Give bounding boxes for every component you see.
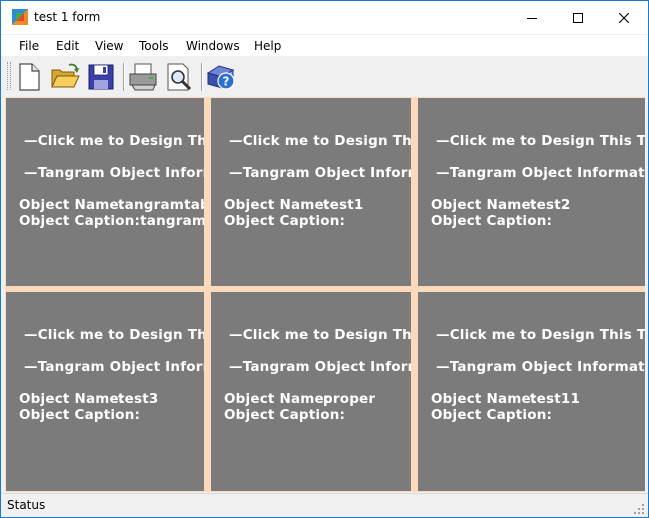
- menu-view[interactable]: View: [95, 39, 123, 53]
- print-preview-icon: [167, 63, 192, 91]
- close-icon: [619, 12, 629, 23]
- close-button[interactable]: [601, 1, 647, 34]
- object-name-label: Object Name:: [431, 391, 537, 407]
- object-name-row: Object Name:test3: [19, 391, 159, 407]
- tangram-panel[interactable]: —Click me to Design This Tangram Object—…: [6, 292, 204, 491]
- status-bar: Status: [1, 493, 648, 517]
- object-info-header: —Tangram Object Information—: [24, 165, 204, 181]
- design-object-link[interactable]: —Click me to Design This Tangram Object—: [229, 327, 411, 343]
- object-name-label: Object Name:: [224, 391, 330, 407]
- object-info-header: —Tangram Object Information—: [24, 359, 204, 375]
- menu-tools[interactable]: Tools: [139, 39, 169, 53]
- object-name-value: test2: [530, 197, 571, 213]
- minimize-button[interactable]: [509, 1, 555, 34]
- menu-edit[interactable]: Edit: [56, 39, 79, 53]
- object-name-label: Object Name:: [431, 197, 537, 213]
- menu-file[interactable]: File: [19, 39, 39, 53]
- new-button[interactable]: [13, 61, 45, 93]
- svg-text:?: ?: [223, 75, 230, 89]
- app-icon: [12, 9, 28, 25]
- tangram-panel[interactable]: —Click me to Design This Tangram Object—…: [418, 98, 645, 286]
- tangram-panel[interactable]: —Click me to Design This Tangram Object—…: [211, 98, 411, 286]
- object-info-header: —Tangram Object Information—: [436, 165, 645, 181]
- tangram-panel[interactable]: —Click me to Design This Tangram Object—…: [418, 292, 645, 491]
- object-caption-row: Object Caption:: [224, 407, 345, 423]
- object-caption-label: Object Caption:: [19, 213, 141, 229]
- save-disk-icon: [88, 64, 114, 90]
- design-object-link[interactable]: —Click me to Design This Tangram Object—: [24, 133, 204, 149]
- design-object-link[interactable]: —Click me to Design This Tangram Object—: [229, 133, 411, 149]
- object-caption-label: Object Caption:: [224, 407, 346, 423]
- object-caption-label: Object Caption:: [19, 407, 141, 423]
- tangram-grid: —Click me to Design This Tangram Object—…: [5, 97, 645, 492]
- object-info-header: —Tangram Object Information—: [229, 359, 411, 375]
- object-caption-row: Object Caption:: [431, 407, 552, 423]
- new-document-icon: [19, 63, 40, 91]
- object-caption-row: Object Caption:: [431, 213, 552, 229]
- design-object-link[interactable]: —Click me to Design This Tangram Object—: [24, 327, 204, 343]
- menu-windows[interactable]: Windows: [186, 39, 240, 53]
- object-caption-label: Object Caption:: [431, 407, 553, 423]
- tangram-panel[interactable]: —Click me to Design This Tangram Object—…: [6, 98, 204, 286]
- object-name-row: Object Name:proper: [224, 391, 375, 407]
- object-name-label: Object Name:: [19, 391, 125, 407]
- object-info-header: —Tangram Object Information—: [229, 165, 411, 181]
- application-window: test 1 form File Edit View Tools Windows…: [0, 0, 649, 518]
- object-name-label: Object Name:: [19, 197, 125, 213]
- tangram-panel[interactable]: —Click me to Design This Tangram Object—…: [211, 292, 411, 491]
- object-name-row: Object Name:test11: [431, 391, 580, 407]
- open-folder-icon: [51, 63, 80, 88]
- object-caption-row: Object Caption:: [19, 407, 140, 423]
- menu-help[interactable]: Help: [254, 39, 281, 53]
- object-name-value: test11: [530, 391, 581, 407]
- toolbar-grip[interactable]: [7, 62, 11, 90]
- object-name-value: tangramtabctrl: [118, 197, 204, 213]
- design-object-link[interactable]: —Click me to Design This Tangram Object—: [436, 327, 645, 343]
- object-caption-label: Object Caption:: [224, 213, 346, 229]
- object-name-value: test3: [118, 391, 159, 407]
- object-caption-row: Object Caption:tangramtabctrl: [19, 213, 204, 229]
- object-name-label: Object Name:: [224, 197, 330, 213]
- open-button[interactable]: [49, 61, 81, 93]
- maximize-button[interactable]: [555, 1, 601, 34]
- toolbar-separator: [201, 63, 203, 91]
- design-object-link[interactable]: —Click me to Design This Tangram Object—: [436, 133, 645, 149]
- title-bar[interactable]: test 1 form: [1, 1, 648, 34]
- print-button[interactable]: [127, 61, 159, 93]
- object-name-row: Object Name:test2: [431, 197, 571, 213]
- print-preview-button[interactable]: [163, 61, 195, 93]
- minimize-icon: [527, 17, 537, 19]
- object-name-value: test1: [323, 197, 364, 213]
- maximize-icon: [573, 12, 583, 23]
- object-caption-value: tangramtabctrl: [140, 213, 204, 229]
- object-name-row: Object Name:test1: [224, 197, 364, 213]
- toolbar-separator: [123, 63, 125, 91]
- window-title: test 1 form: [34, 10, 101, 24]
- object-name-row: Object Name:tangramtabctrl: [19, 197, 204, 213]
- object-caption-row: Object Caption:: [224, 213, 345, 229]
- save-button[interactable]: [85, 61, 117, 93]
- resize-grip-icon[interactable]: [633, 503, 645, 515]
- object-caption-label: Object Caption:: [431, 213, 553, 229]
- help-button[interactable]: ?: [205, 61, 237, 93]
- toolbar: ?: [1, 57, 648, 97]
- object-info-header: —Tangram Object Information—: [436, 359, 645, 375]
- print-icon: [129, 63, 157, 91]
- help-book-icon: ?: [206, 65, 235, 90]
- status-text: Status: [7, 498, 46, 512]
- menu-bar: File Edit View Tools Windows Help: [1, 35, 648, 56]
- object-name-value: proper: [323, 391, 376, 407]
